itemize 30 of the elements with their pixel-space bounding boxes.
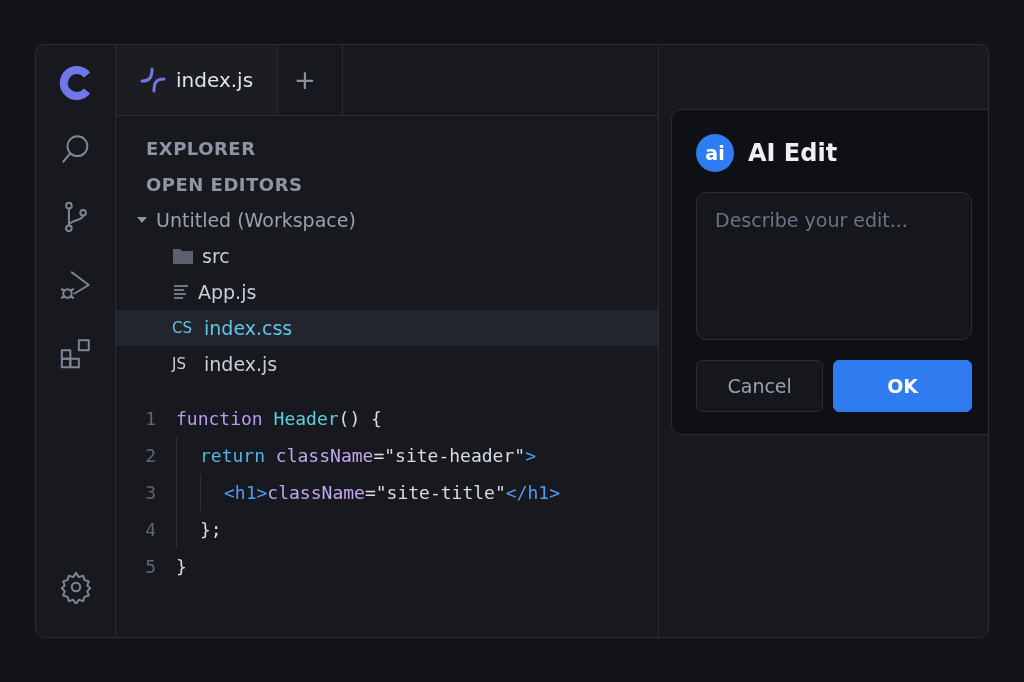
extensions-icon [58,336,93,370]
folder-icon [172,247,194,265]
editor-tab[interactable]: index.js [116,45,279,115]
run-debug-icon [58,268,93,302]
new-tab-button[interactable]: + [278,45,343,115]
ai-badge: ai [696,134,734,172]
line-number: 3 [144,482,157,503]
code-line: } [176,556,187,577]
explorer-item[interactable]: App.js [116,274,658,310]
settings-icon [58,570,93,604]
document-icon [172,283,190,301]
section-title[interactable]: OPEN EDITORS [116,166,658,202]
ok-button[interactable]: OK [833,360,972,412]
code-line: function Header() { [176,408,382,429]
code-line: <h1>className="site-title"</h1> [224,482,560,503]
line-number: 2 [144,445,157,466]
explorer-item[interactable]: CS index.css [116,310,658,346]
line-number: 1 [144,408,157,429]
explorer-item[interactable]: Untitled (Workspace) [116,202,658,238]
sparkle-icon [140,67,166,93]
edit-description-field[interactable]: Describe your edit... [696,192,972,340]
code-line: }; [200,519,222,540]
explorer-item[interactable]: JS index.js [116,346,658,382]
panel-title: AI Edit [748,139,838,167]
code-line: return className="site-header"> [200,445,536,466]
explorer-title: EXPLORER [145,136,257,161]
cancel-button[interactable]: Cancel [696,360,824,412]
line-number: 4 [144,519,157,540]
line-number: 5 [144,556,157,577]
explorer-item[interactable]: src [116,238,658,274]
